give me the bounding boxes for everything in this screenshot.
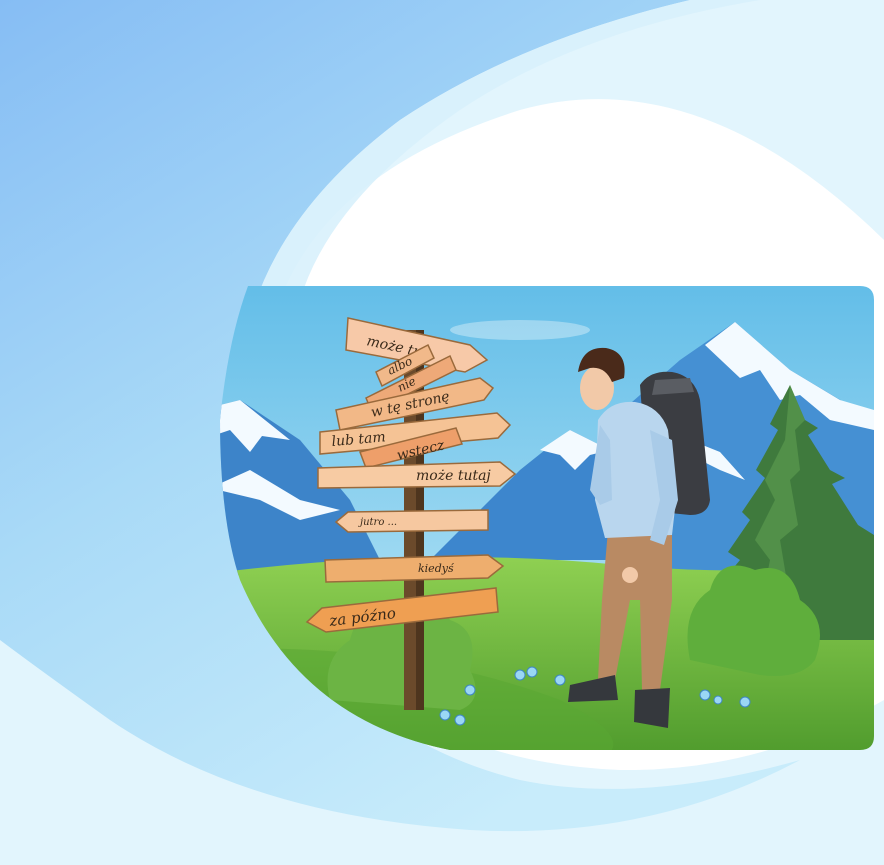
cloud xyxy=(450,320,590,340)
sign-8: jutro ... xyxy=(334,509,489,533)
sign-9: kiedyś xyxy=(324,554,505,583)
hiker-shoe-right xyxy=(634,688,670,728)
hiker-crossroads-illustration: może tu albo nie w tę stronę lub tam wst… xyxy=(0,0,884,865)
sign-9-label: kiedyś xyxy=(418,562,455,575)
sign-8-label: jutro ... xyxy=(358,517,397,528)
hiker-hand xyxy=(622,567,638,583)
illustration-stage: może tu albo nie w tę stronę lub tam wst… xyxy=(0,0,884,865)
sign-7-label: może tutaj xyxy=(416,468,491,484)
